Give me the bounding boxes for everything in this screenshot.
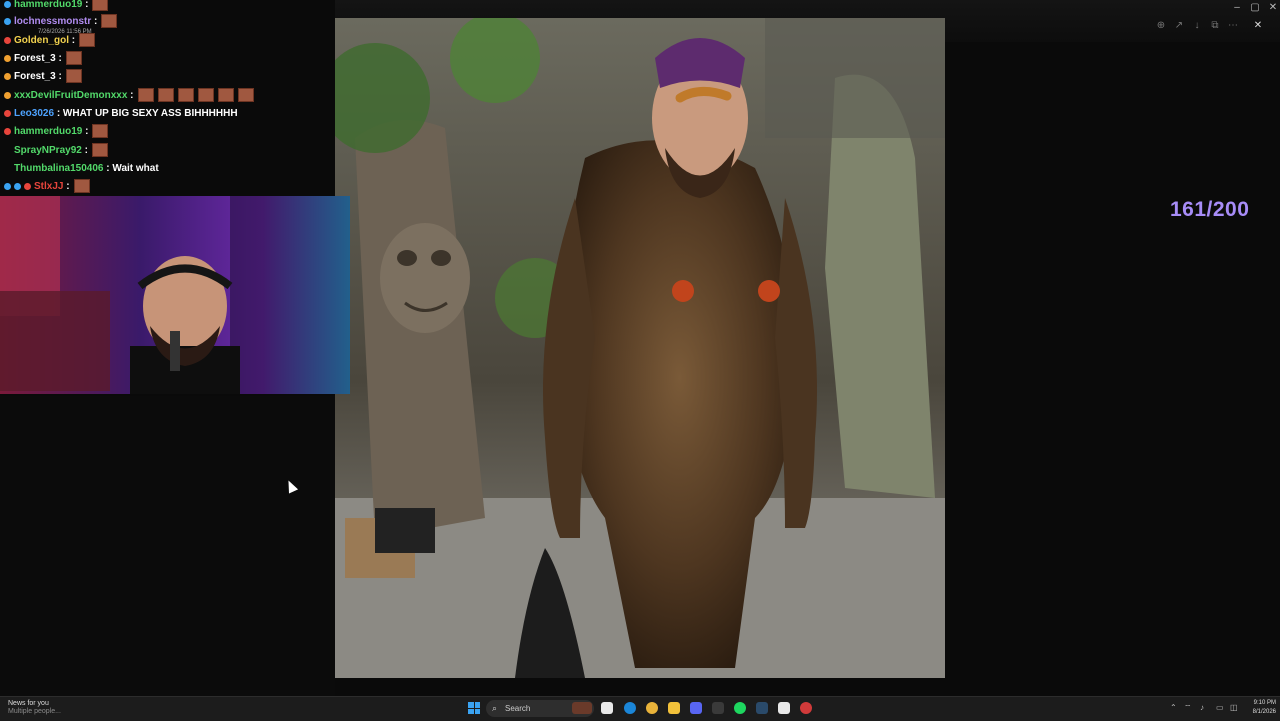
- chat-text: : Wait what: [106, 163, 159, 174]
- chat-username: xxxDevilFruitDemonxxx: [14, 90, 128, 101]
- more-options-icon[interactable]: ⋯: [1225, 20, 1241, 31]
- emote-icon: [137, 88, 154, 103]
- battery-icon[interactable]: ▭: [1216, 703, 1224, 712]
- emote-icon: [197, 88, 214, 103]
- chat-text: :: [58, 53, 62, 64]
- chat-message: StlxJJ :: [4, 178, 90, 196]
- news-subtitle: Multiple people...: [8, 708, 61, 715]
- news-title: News for you: [8, 700, 49, 707]
- chat-username: Forest_3: [14, 53, 56, 64]
- task-view-icon[interactable]: [601, 702, 613, 714]
- network-icon[interactable]: ⌔: [1184, 703, 1192, 713]
- chat-text: :: [130, 90, 134, 101]
- chat-username: lochnessmonstr: [14, 16, 92, 27]
- emote-icon: [65, 51, 82, 66]
- badge-icon: [4, 36, 11, 44]
- search-icon: ⌕: [492, 703, 498, 713]
- edited-photo: [335, 18, 945, 678]
- chat-message: hammerduo19 :: [4, 0, 109, 14]
- chat-username: Leo3026: [14, 108, 55, 119]
- download-icon[interactable]: ↓: [1189, 20, 1205, 31]
- share-icon[interactable]: ↗: [1171, 20, 1187, 31]
- emote-icon: [65, 69, 82, 84]
- chat-username: Thumbalina150406: [14, 163, 104, 174]
- chat-username: hammerduo19: [14, 126, 83, 137]
- spotify-icon[interactable]: [734, 702, 746, 714]
- clock[interactable]: 9:10 PM 8/1/2026: [1244, 699, 1276, 717]
- chat-text: :: [66, 181, 70, 192]
- chat-message: SprayNPray92 :: [4, 142, 108, 160]
- recording-app-icon[interactable]: [800, 702, 812, 714]
- chat-text: :: [71, 35, 76, 46]
- clock-time: 9:10 PM: [1253, 700, 1276, 706]
- chrome-icon[interactable]: [646, 702, 658, 714]
- chat-message: xxxDevilFruitDemonxxx :: [4, 87, 254, 105]
- badge-icon: [4, 91, 11, 99]
- emote-icon: [177, 88, 194, 103]
- discord-icon[interactable]: [690, 702, 702, 714]
- chat-username: Golden_gol: [14, 35, 69, 46]
- emote-icon: [73, 179, 90, 194]
- maximize-icon[interactable]: ▢: [1246, 0, 1264, 16]
- chat-message: Thumbalina150406 : Wait what: [4, 160, 159, 178]
- chat-username: SprayNPray92: [14, 145, 82, 156]
- chat-text: :: [58, 71, 62, 82]
- badge-icon: [4, 54, 11, 62]
- search-placeholder: Search: [505, 704, 531, 713]
- emote-icon: [101, 14, 118, 29]
- chat-message: Golden_gol :: [4, 32, 96, 50]
- chat-message: Forest_3 :: [4, 68, 82, 86]
- notification-icon[interactable]: ◫: [1230, 703, 1238, 712]
- terminal-icon[interactable]: [712, 702, 724, 714]
- open-external-icon[interactable]: ⧉: [1207, 20, 1223, 31]
- chat-message: Forest_3 :: [4, 50, 82, 68]
- close-icon[interactable]: ✕: [1264, 0, 1280, 16]
- taskbar: News for you Multiple people... ⌕ Search…: [0, 696, 1280, 721]
- emote-icon: [79, 33, 96, 48]
- chat-text: : WHAT UP BIG SEXY ASS BIHHHHHH: [56, 108, 238, 119]
- edge-icon[interactable]: [624, 702, 636, 714]
- app-icon[interactable]: [778, 702, 790, 714]
- chat-message: Leo3026 : WHAT UP BIG SEXY ASS BIHHHHHH: [4, 105, 238, 123]
- zoom-icon[interactable]: ⊕: [1153, 20, 1169, 31]
- emote-icon: [217, 88, 234, 103]
- emote-icon: [91, 143, 108, 158]
- viewer-close-icon[interactable]: ✕: [1250, 20, 1266, 31]
- file-explorer-icon[interactable]: [668, 702, 680, 714]
- emote-icon: [157, 88, 174, 103]
- badge-icon: [4, 72, 11, 80]
- chat-username: hammerduo19: [14, 0, 83, 10]
- news-widget[interactable]: News for you Multiple people...: [8, 700, 61, 716]
- webcam-image: [0, 196, 350, 394]
- search-highlight-icon[interactable]: [572, 702, 592, 714]
- chat-username: StlxJJ: [34, 181, 64, 192]
- tray-chevron-icon[interactable]: ⌃: [1170, 703, 1177, 712]
- emote-icon: [92, 0, 109, 12]
- steam-icon[interactable]: [756, 702, 768, 714]
- chat-text: :: [85, 0, 89, 10]
- emote-icon: [237, 88, 254, 103]
- chat-message: hammerduo19 :: [4, 123, 109, 141]
- webcam-feed: [0, 196, 350, 394]
- image-viewer-photo: [335, 18, 945, 678]
- chat-text: :: [94, 16, 98, 27]
- badge-icon: [24, 182, 31, 190]
- background-window-dimmed: [0, 396, 335, 696]
- chat-username: Forest_3: [14, 71, 56, 82]
- chat-text: :: [85, 126, 89, 137]
- chat-text: :: [84, 145, 88, 156]
- badge-icon: [4, 182, 11, 190]
- badge-icon: [4, 17, 11, 25]
- volume-icon[interactable]: ♪: [1200, 703, 1204, 712]
- badge-icon: [14, 182, 21, 190]
- badge-icon: [4, 0, 11, 8]
- emote-icon: [92, 124, 109, 139]
- windows-start-icon[interactable]: [468, 702, 480, 714]
- minimize-icon[interactable]: –: [1228, 0, 1246, 16]
- stream-chat-overlay: hammerduo19 : lochnessmonstr : 7/26/2026…: [0, 0, 335, 196]
- badge-icon: [4, 109, 11, 117]
- clock-date: 8/1/2026: [1252, 709, 1276, 715]
- goal-counter: 161/200: [1170, 198, 1250, 221]
- badge-icon: [4, 127, 11, 135]
